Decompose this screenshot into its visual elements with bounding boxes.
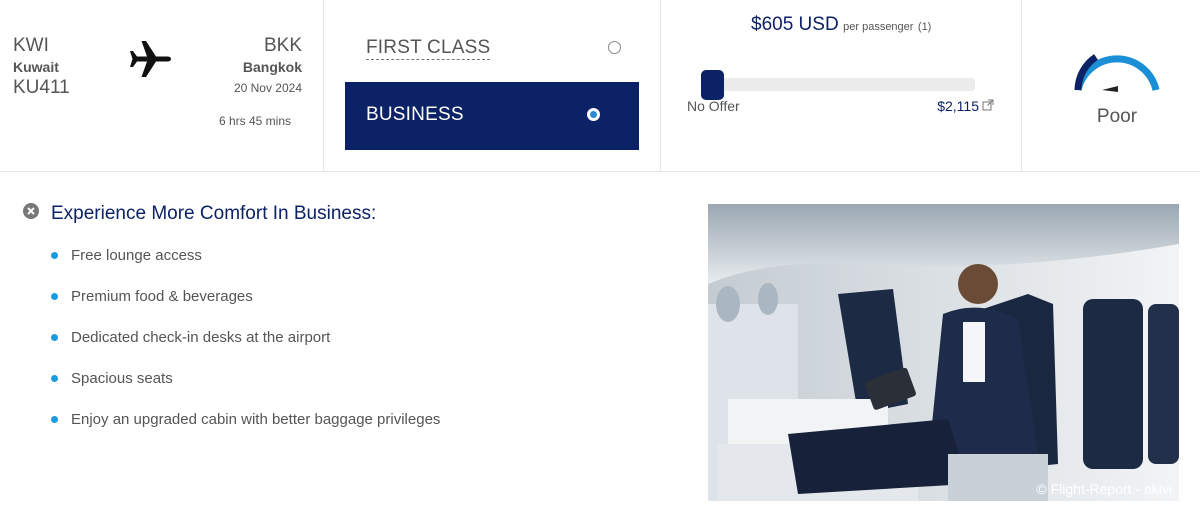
slider-max-label: $2,115 [937, 98, 979, 114]
destination-city: Bangkok [242, 59, 302, 75]
rating-gauge-icon [1074, 54, 1160, 92]
bullet-dot-icon [51, 252, 58, 259]
origin-city: Kuwait [13, 59, 59, 75]
external-link-icon[interactable] [982, 99, 994, 111]
benefit-text: Dedicated check-in desks at the airport [71, 329, 331, 346]
rating-panel: Poor [1022, 0, 1200, 171]
flight-summary-bar: KWI Kuwait KU411 BKK Bangkok 20 Nov 2024… [0, 0, 1200, 172]
bullet-dot-icon [51, 375, 58, 382]
photo-credit: © Flight-Report - akivi [1036, 481, 1172, 497]
price-line: $605 USD per passenger (1) [751, 14, 931, 36]
bid-slider-track[interactable] [701, 78, 975, 91]
benefit-text: Spacious seats [71, 370, 173, 387]
benefits-list: Free lounge access Premium food & bevera… [51, 246, 440, 451]
bullet-dot-icon [51, 416, 58, 423]
radio-button-business[interactable] [587, 108, 600, 121]
departure-date: 20 Nov 2024 [233, 81, 302, 95]
list-item: Premium food & beverages [51, 287, 440, 328]
offer-price: $605 USD [751, 14, 839, 35]
upgrade-heading: Experience More Comfort In Business: [51, 203, 377, 224]
origin-code: KWI [13, 35, 49, 56]
destination-code: BKK [263, 35, 302, 56]
business-cabin-photo: © Flight-Report - akivi [708, 204, 1179, 501]
cabin-illustration: © Flight-Report - akivi [708, 204, 1179, 501]
cabin-option-label: FIRST CLASS [366, 37, 491, 60]
route-panel: KWI Kuwait KU411 BKK Bangkok 20 Nov 2024… [0, 0, 324, 171]
cabin-selector: FIRST CLASS BUSINESS [324, 0, 661, 171]
cabin-option-first-class[interactable]: FIRST CLASS [345, 26, 639, 72]
benefit-text: Enjoy an upgraded cabin with better bagg… [71, 411, 441, 428]
list-item: Spacious seats [51, 369, 440, 410]
bullet-dot-icon [51, 334, 58, 341]
close-icon[interactable] [22, 202, 40, 220]
cabin-option-label: BUSINESS [366, 104, 464, 125]
flight-number: KU411 [13, 77, 70, 98]
airplane-icon [130, 41, 171, 77]
offer-panel: $605 USD per passenger (1) No Offer $2,1… [661, 0, 1022, 171]
passenger-count: (1) [917, 21, 932, 33]
benefit-text: Premium food & beverages [71, 288, 253, 305]
slider-min-label: No Offer [687, 98, 740, 114]
list-item: Dedicated check-in desks at the airport [51, 328, 440, 369]
per-passenger-label: per passenger [843, 21, 914, 33]
list-item: Enjoy an upgraded cabin with better bagg… [51, 410, 440, 451]
list-item: Free lounge access [51, 246, 440, 287]
benefit-text: Free lounge access [71, 247, 202, 264]
bullet-dot-icon [51, 293, 58, 300]
rating-label: Poor [1096, 106, 1138, 127]
radio-button-first-class[interactable] [608, 41, 621, 54]
cabin-option-business[interactable]: BUSINESS [345, 82, 639, 150]
flight-duration: 6 hrs 45 mins [218, 114, 291, 128]
bid-slider-handle[interactable] [701, 70, 724, 100]
